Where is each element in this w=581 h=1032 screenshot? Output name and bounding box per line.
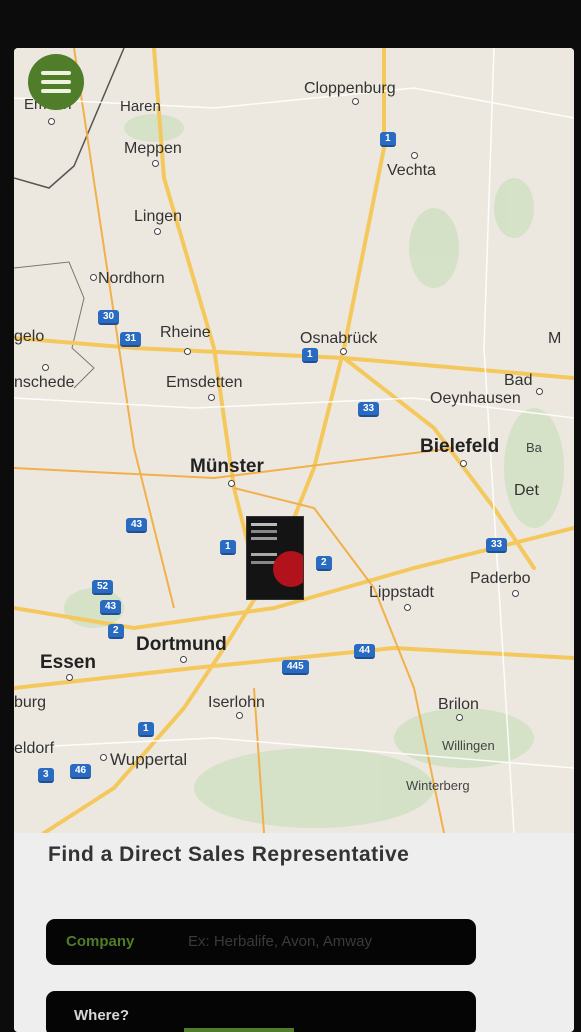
where-label: Where? [74, 1007, 130, 1024]
map-view[interactable]: Emden Haren Cloppenburg Meppen Vechta Li… [14, 48, 574, 833]
city-dot [236, 712, 243, 719]
highway-shield: 2 [316, 556, 332, 571]
city-label-meppen: Meppen [124, 140, 182, 157]
city-label-bielefeld: Bielefeld [420, 436, 500, 457]
city-label-ba: Ba [526, 440, 542, 455]
highway-shield: 46 [70, 764, 92, 779]
highway-shield: 52 [92, 580, 114, 595]
where-input[interactable]: Where? [46, 991, 476, 1032]
company-placeholder: Ex: Herbalife, Avon, Amway [188, 933, 372, 950]
city-label-oeynhausen: Oeynhausen [430, 390, 521, 407]
city-dot [411, 152, 418, 159]
highway-shield: 445 [282, 660, 309, 675]
menu-bar [41, 80, 71, 84]
city-dot [66, 674, 73, 681]
phone-screen: Emden Haren Cloppenburg Meppen Vechta Li… [14, 48, 574, 1032]
hamburger-menu-icon[interactable] [28, 54, 84, 110]
search-panel: Find a Direct Sales Representative Compa… [14, 833, 574, 1032]
highway-shield: 31 [120, 332, 142, 347]
marker-thumbnail-graphic [273, 551, 303, 587]
representative-marker[interactable] [246, 516, 304, 600]
city-label-essen: Essen [40, 652, 96, 673]
city-label-winterberg: Winterberg [406, 778, 470, 793]
city-dot [100, 754, 107, 761]
city-label-wuppertal: Wuppertal [110, 750, 188, 769]
highway-shield: 2 [108, 624, 124, 639]
marker-thumbnail-text [251, 523, 277, 526]
highway-shield: 43 [126, 518, 148, 533]
company-input[interactable]: Company Ex: Herbalife, Avon, Amway [46, 919, 476, 965]
city-label-emsdetten: Emsdetten [166, 374, 243, 391]
city-label-cloppenburg: Cloppenburg [304, 80, 396, 97]
city-label-lippstadt: Lippstadt [369, 584, 434, 601]
city-dot [90, 274, 97, 281]
menu-bar [41, 89, 71, 93]
city-dot [340, 348, 347, 355]
company-label: Company [66, 933, 135, 950]
city-label-vechta: Vechta [387, 162, 436, 179]
city-dot [536, 388, 543, 395]
city-dot [154, 228, 161, 235]
panel-title: Find a Direct Sales Representative [48, 843, 410, 866]
city-label-rheine: Rheine [160, 324, 211, 341]
menu-bar [41, 71, 71, 75]
city-dot [404, 604, 411, 611]
city-label-lingen: Lingen [134, 208, 183, 225]
highway-shield: 44 [354, 644, 376, 659]
city-dot [352, 98, 359, 105]
city-label-munster: Münster [190, 456, 264, 477]
city-label-burg: burg [14, 694, 47, 711]
highway-shield: 1 [138, 722, 154, 737]
highway-shield: 1 [220, 540, 236, 555]
highway-shield: 30 [98, 310, 120, 325]
highway-shield: 1 [380, 132, 396, 147]
city-label-eldorf: eldorf [14, 740, 55, 757]
city-label-nordhorn: Nordhorn [98, 270, 165, 287]
city-label-willingen: Willingen [442, 738, 495, 753]
highway-shield: 33 [486, 538, 508, 553]
city-label-bad: Bad [504, 372, 533, 389]
highway-shield: 3 [38, 768, 54, 783]
highway-shield: 1 [302, 348, 318, 363]
city-label-paderborn: Paderbo [470, 570, 531, 587]
highway-shield: 43 [100, 600, 122, 615]
city-dot [184, 348, 191, 355]
highway-shield: 33 [358, 402, 380, 417]
city-label-osnabruck: Osnabrück [300, 330, 378, 347]
city-label-iserlohn: Iserlohn [208, 694, 265, 711]
city-dot [460, 460, 467, 467]
city-dot [456, 714, 463, 721]
city-dot [42, 364, 49, 371]
city-dot [208, 394, 215, 401]
city-dot [152, 160, 159, 167]
city-label-m: M [548, 330, 562, 347]
city-label-dortmund: Dortmund [136, 634, 227, 655]
city-dot [228, 480, 235, 487]
search-button-edge[interactable] [184, 1028, 294, 1032]
city-label-haren: Haren [120, 98, 161, 115]
city-dot [512, 590, 519, 597]
city-label-brilon: Brilon [438, 696, 479, 713]
city-dot [180, 656, 187, 663]
city-label-nschede: nschede [14, 374, 75, 391]
city-dot [48, 118, 55, 125]
city-label-det: Det [514, 482, 539, 499]
city-label-gelo: gelo [14, 328, 45, 345]
